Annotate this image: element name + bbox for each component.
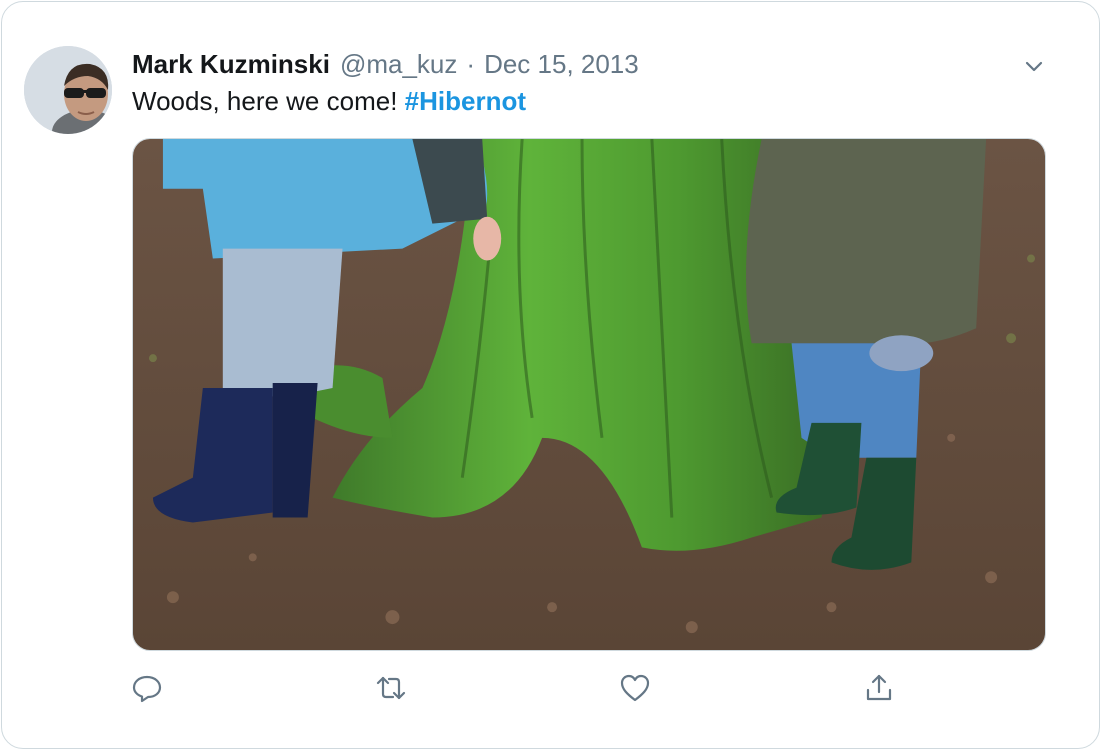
tweet-photo[interactable] [132, 138, 1046, 651]
tweet-actions [2, 670, 1099, 710]
retweet-icon[interactable] [373, 670, 409, 706]
tweet-header: Mark Kuzminski @ma_kuz · Dec 15, 2013 [132, 46, 639, 82]
tweet-text-body: Woods, here we come! [132, 86, 398, 116]
avatar[interactable] [24, 46, 112, 134]
tweet-text: Woods, here we come! #Hibernot [132, 86, 526, 117]
separator-dot: · [466, 48, 476, 79]
share-icon[interactable] [861, 670, 897, 706]
reply-icon[interactable] [129, 670, 165, 706]
tweet-card[interactable]: Mark Kuzminski @ma_kuz · Dec 15, 2013 Wo… [1, 1, 1100, 749]
author-name[interactable]: Mark Kuzminski [132, 49, 330, 80]
author-handle[interactable]: @ma_kuz [340, 49, 457, 80]
chevron-down-icon[interactable] [1020, 52, 1048, 80]
heart-icon[interactable] [617, 670, 653, 706]
tweet-date[interactable]: Dec 15, 2013 [484, 49, 639, 80]
hashtag-link[interactable]: #Hibernot [405, 86, 526, 116]
